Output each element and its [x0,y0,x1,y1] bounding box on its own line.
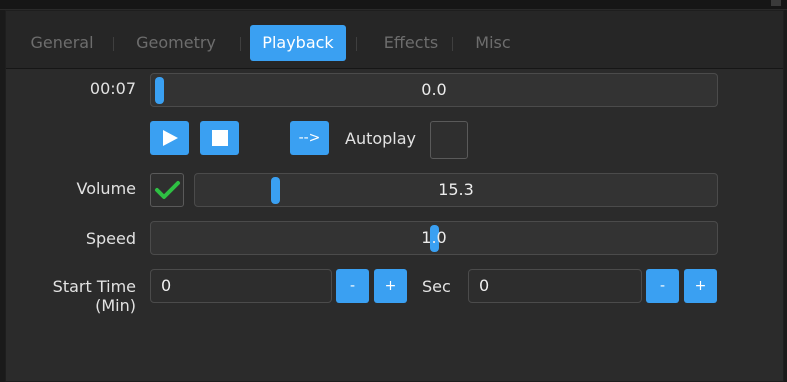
tab-bar: General Geometry Playback Effects Misc [6,11,783,69]
minutes-decrement-button[interactable]: - [336,269,369,303]
autoplay-checkbox[interactable] [430,121,468,159]
volume-value: 15.3 [438,180,474,199]
start-seconds-input[interactable]: 0 [468,269,642,303]
seconds-label: Sec [422,277,451,296]
autoplay-label: Autoplay [345,129,417,148]
speed-value: 1.0 [421,228,447,247]
tab-geometry[interactable]: Geometry [130,25,222,61]
tab-separator [240,37,241,51]
volume-slider[interactable]: 15.3 [194,173,718,207]
inspector-panel: General Geometry Playback Effects Misc 0… [5,10,784,382]
start-time-label: Start Time (Min) [52,277,136,315]
volume-enabled-checkbox[interactable] [150,173,184,207]
tab-effects[interactable]: Effects [368,25,454,61]
start-minutes-input[interactable]: 0 [150,269,332,303]
volume-label: Volume [76,179,136,198]
tab-separator [356,37,357,51]
position-value: 0.0 [421,80,447,99]
stop-button[interactable] [200,121,239,155]
minutes-increment-button[interactable]: + [374,269,407,303]
tab-separator [113,37,114,51]
seconds-increment-button[interactable]: + [684,269,717,303]
checkmark-icon [155,181,180,199]
speed-slider[interactable]: 1.0 [150,221,718,255]
tab-playback[interactable]: Playback [250,25,346,61]
tab-general[interactable]: General [20,25,104,61]
stop-icon [212,130,228,146]
tab-misc[interactable]: Misc [466,25,520,61]
next-arrow-button[interactable]: --> [290,121,329,155]
corner-mark [771,0,781,6]
position-slider[interactable]: 0.0 [150,73,718,107]
play-icon [163,130,178,146]
seconds-decrement-button[interactable]: - [646,269,679,303]
window-top-strip [0,0,787,10]
speed-label: Speed [85,229,136,248]
time-readout: 00:07 [89,79,136,98]
play-button[interactable] [150,121,189,155]
tab-separator [452,37,453,51]
